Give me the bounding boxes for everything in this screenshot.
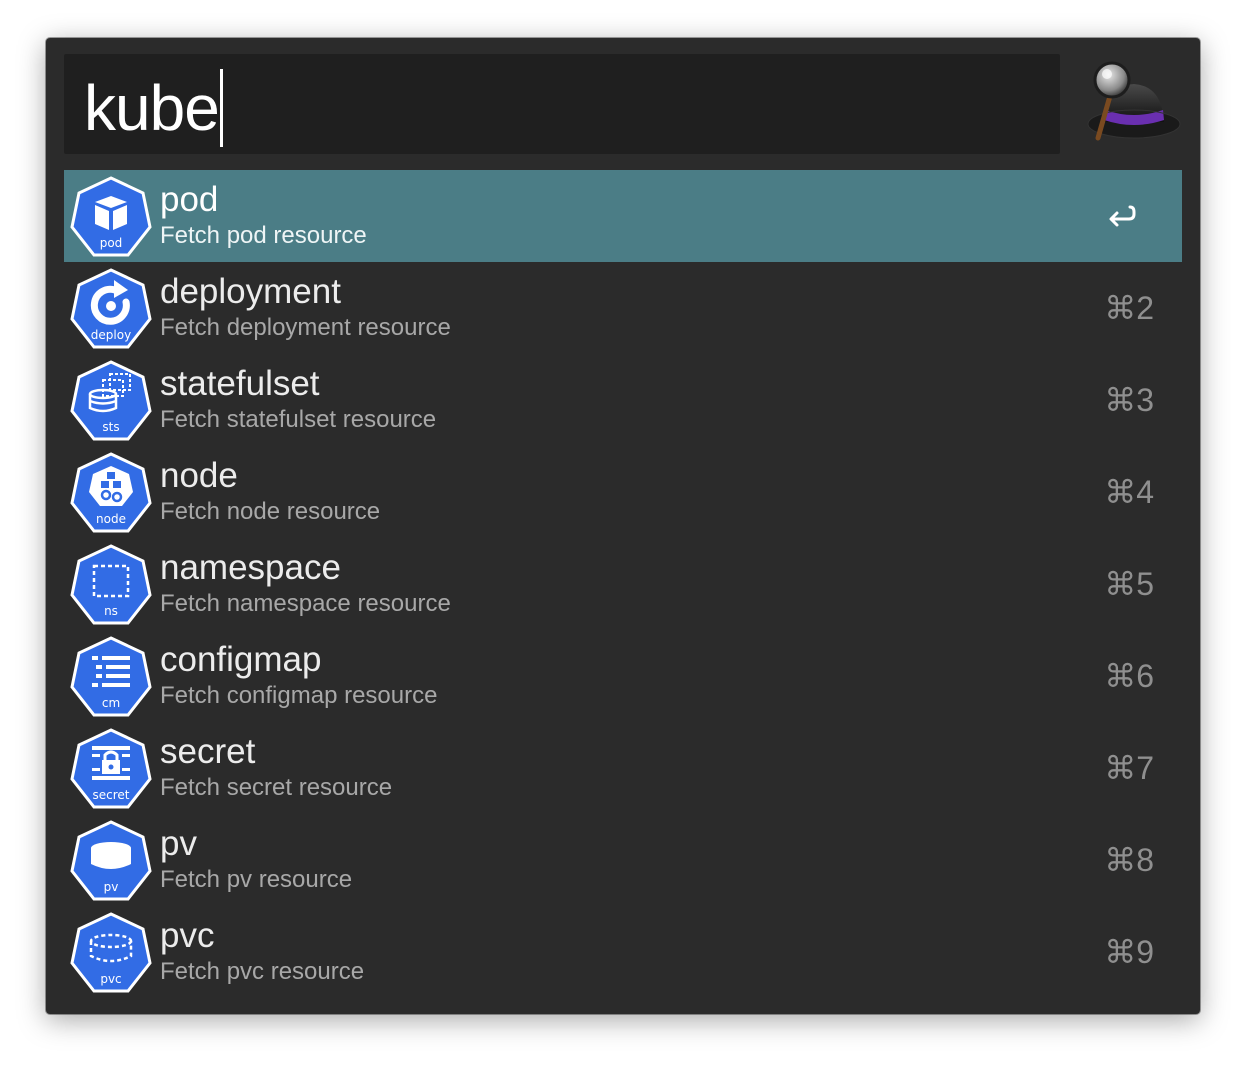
statefulset-icon: sts (70, 360, 152, 441)
alfred-hat-logo-icon (1087, 61, 1181, 141)
namespace-icon: ns (70, 544, 152, 625)
result-title: secret (160, 732, 256, 771)
icon-badge: pod (100, 236, 123, 250)
result-shortcut: ⌘5 (1104, 566, 1154, 602)
result-row-node[interactable]: node node Fetch node resource ⌘4 (64, 446, 1182, 538)
result-subtitle: Fetch secret resource (160, 774, 393, 801)
icon-badge: secret (93, 788, 130, 802)
text-caret (219, 69, 223, 147)
result-subtitle: Fetch namespace resource (160, 590, 451, 617)
result-row-configmap[interactable]: cm configmap Fetch configmap resource ⌘6 (64, 630, 1182, 722)
search-input[interactable]: kube (84, 69, 223, 147)
search-box[interactable]: kube (64, 54, 1060, 154)
icon-badge: sts (102, 420, 119, 434)
result-row-pod[interactable]: pod pod Fetch pod resource (64, 170, 1182, 262)
result-shortcut: ⌘4 (1104, 474, 1154, 510)
result-row-secret[interactable]: secret secret Fetch secret resource ⌘7 (64, 722, 1182, 814)
icon-badge: ns (104, 604, 118, 618)
return-key-icon (1109, 205, 1136, 227)
icon-badge: pvc (100, 972, 121, 986)
search-query: kube (84, 72, 220, 144)
result-row-pv[interactable]: pv pv Fetch pv resource ⌘8 (64, 814, 1182, 906)
result-subtitle: Fetch statefulset resource (160, 406, 437, 433)
result-title: pod (160, 180, 219, 219)
result-title: configmap (160, 640, 322, 679)
result-shortcut: ⌘8 (1104, 842, 1154, 878)
result-row-namespace[interactable]: ns namespace Fetch namespace resource ⌘5 (64, 538, 1182, 630)
results-list: pod pod Fetch pod resource deploy deploy… (64, 170, 1182, 998)
result-subtitle: Fetch pvc resource (160, 958, 365, 985)
icon-badge: pv (104, 880, 119, 894)
result-shortcut: ⌘2 (1104, 290, 1154, 326)
icon-badge: node (96, 512, 126, 526)
result-shortcut: ⌘7 (1104, 750, 1154, 786)
persistent-volume-claim-icon: pvc (70, 912, 152, 993)
result-row-deployment[interactable]: deploy deployment Fetch deployment resou… (64, 262, 1182, 354)
result-subtitle: Fetch configmap resource (160, 682, 438, 709)
result-title: deployment (160, 272, 341, 311)
result-subtitle: Fetch pv resource (160, 866, 353, 893)
configmap-icon: cm (70, 636, 152, 717)
result-title: pvc (160, 916, 215, 955)
result-subtitle: Fetch pod resource (160, 222, 367, 249)
result-title: statefulset (160, 364, 320, 403)
result-row-statefulset[interactable]: sts statefulset Fetch statefulset resour… (64, 354, 1182, 446)
result-title: pv (160, 824, 197, 863)
secret-icon: secret (70, 728, 152, 809)
pod-icon: pod (70, 176, 152, 257)
result-shortcut: ⌘3 (1104, 382, 1154, 418)
result-subtitle: Fetch deployment resource (160, 314, 451, 341)
node-icon: node (70, 452, 152, 533)
icon-badge: deploy (91, 328, 131, 342)
result-subtitle: Fetch node resource (160, 498, 381, 525)
deployment-icon: deploy (70, 268, 152, 349)
icon-badge: cm (102, 696, 120, 710)
persistent-volume-icon: pv (70, 820, 152, 901)
result-title: node (160, 456, 238, 495)
result-title: namespace (160, 548, 341, 587)
result-row-pvc[interactable]: pvc pvc Fetch pvc resource ⌘9 (64, 906, 1182, 998)
result-shortcut: ⌘6 (1104, 658, 1154, 694)
result-shortcut: ⌘9 (1104, 934, 1154, 970)
launcher-window: kube pod pod Fetch pod resource deploy d… (46, 38, 1200, 1014)
